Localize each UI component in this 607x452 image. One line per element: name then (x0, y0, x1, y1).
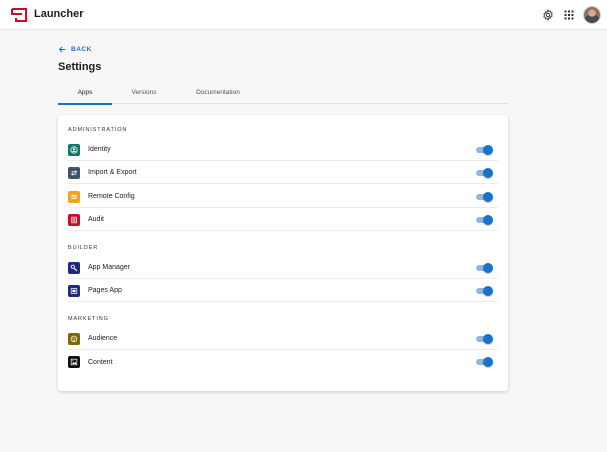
settings-icon[interactable] (542, 9, 554, 21)
app-row-identity: Identity (68, 139, 498, 161)
pages-app-toggle[interactable] (476, 286, 493, 296)
app-label: Remote Config (88, 193, 135, 200)
app-label: Audience (88, 335, 118, 342)
app-label: App Manager (88, 264, 131, 271)
app-row-audience: Audience (68, 328, 498, 350)
app-row-app-manager: App Manager (68, 257, 498, 279)
import-export-toggle[interactable] (476, 168, 493, 178)
app-label: Import & Export (88, 169, 137, 176)
top-bar: Launcher (0, 0, 607, 30)
arrow-left-icon (58, 46, 66, 52)
audience-icon (68, 332, 80, 345)
tab-apps[interactable]: Apps (58, 86, 112, 105)
app-row-remote-config: Remote Config (68, 186, 498, 208)
app-row-audit: Audit (68, 209, 498, 231)
identity-icon (68, 143, 80, 156)
audience-toggle[interactable] (476, 334, 493, 344)
app-label: Audit (88, 216, 104, 223)
back-link[interactable]: BACK (58, 44, 92, 54)
apps-settings-card: ADMINISTRATION Identity Import & Export … (58, 115, 508, 391)
back-label: BACK (71, 45, 92, 53)
app-row-import-export: Import & Export (68, 162, 498, 184)
remote-config-icon (68, 190, 80, 203)
app-label: Content (88, 358, 113, 366)
app-row-content: Content (68, 351, 498, 373)
page-title: Settings (58, 61, 102, 73)
audit-toggle[interactable] (476, 215, 493, 225)
tab-documentation[interactable]: Documentation (186, 86, 250, 104)
app-label: Pages App (88, 287, 122, 294)
identity-toggle[interactable] (476, 145, 493, 155)
apps-grid-icon[interactable] (563, 9, 575, 21)
section-title-administration: ADMINISTRATION (68, 127, 128, 133)
content-icon (68, 356, 80, 368)
user-avatar[interactable] (583, 6, 601, 24)
app-manager-toggle[interactable] (476, 263, 493, 273)
content-toggle[interactable] (476, 357, 493, 367)
app-label: Identity (88, 146, 111, 153)
audit-icon (68, 213, 80, 226)
launcher-logo-icon[interactable] (11, 8, 27, 22)
remote-config-toggle[interactable] (476, 192, 493, 202)
pages-app-icon (68, 284, 80, 297)
section-title-builder: BUILDER (68, 245, 99, 251)
section-title-marketing: MARKETING (68, 316, 109, 322)
app-title: Launcher (34, 8, 84, 20)
settings-tabs: Apps Versions Documentation (58, 86, 508, 105)
app-manager-icon (68, 261, 80, 274)
import-export-icon (68, 166, 80, 179)
tab-versions[interactable]: Versions (118, 86, 170, 104)
app-row-pages-app: Pages App (68, 280, 498, 302)
